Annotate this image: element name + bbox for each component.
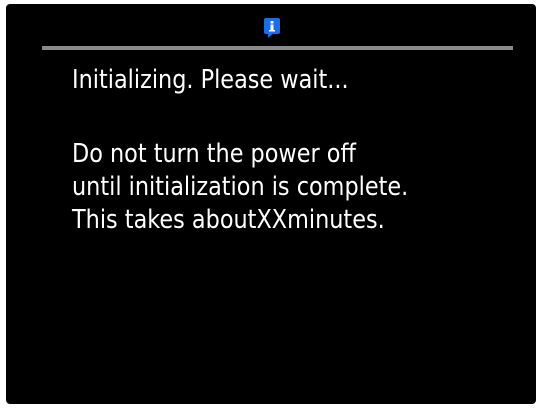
status-line: This takes aboutXXminutes. (72, 205, 385, 235)
info-icon (264, 18, 280, 38)
header-divider (42, 46, 513, 50)
status-line: Do not turn the power off (72, 139, 356, 169)
status-title: Initializing. Please wait... (72, 65, 349, 95)
status-message: Do not turn the power off until initiali… (72, 138, 408, 237)
status-line: until initialization is complete. (72, 172, 409, 202)
lcd-screen: Initializing. Please wait... Do not turn… (6, 4, 536, 404)
